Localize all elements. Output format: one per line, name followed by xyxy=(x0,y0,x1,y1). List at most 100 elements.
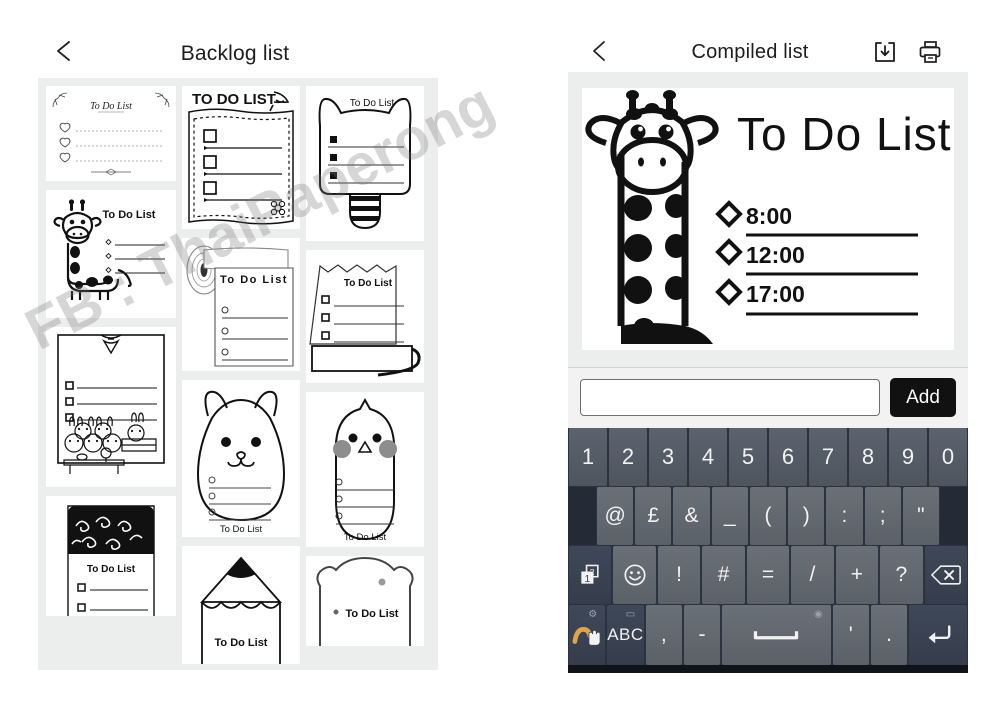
svg-text:8:00: 8:00 xyxy=(746,203,792,229)
download-button[interactable] xyxy=(872,39,898,65)
template-card-paper-roll[interactable]: To Do List xyxy=(182,238,300,371)
compiled-back-button[interactable] xyxy=(588,38,612,64)
backspace-icon xyxy=(930,565,961,585)
key-1[interactable]: 1 xyxy=(569,428,607,486)
space-icon xyxy=(754,631,799,640)
svg-text:To Do List: To Do List xyxy=(737,108,952,160)
key-3[interactable]: 3 xyxy=(649,428,687,486)
template-card-bunnies[interactable] xyxy=(46,327,176,487)
template-card-notebook[interactable]: TO DO LIST xyxy=(182,86,300,229)
language-badge-icon: ▭ xyxy=(625,609,636,620)
keyboard-row-pad-left xyxy=(568,487,596,545)
template-grid[interactable]: To Do List To Do List To Do List TO DO L… xyxy=(38,78,438,670)
keyboard-row-pad-right xyxy=(939,487,968,545)
key-7[interactable]: 7 xyxy=(809,428,847,486)
todo-text-input[interactable] xyxy=(580,379,880,416)
key-hash[interactable]: # xyxy=(702,546,745,604)
key-ampersand[interactable]: & xyxy=(673,487,710,545)
backlog-page-title: Backlog list xyxy=(180,42,290,65)
svg-text:To Do List: To Do List xyxy=(350,98,395,109)
print-button[interactable] xyxy=(917,39,943,65)
smiley-icon xyxy=(624,564,646,586)
key-equals[interactable]: = xyxy=(746,546,790,604)
mic-badge-icon: ◉ xyxy=(813,609,823,620)
key-0[interactable]: 0 xyxy=(929,428,967,486)
compiled-preview-area: To Do List 8:00 12:00 17:00 xyxy=(568,72,968,367)
key-6[interactable]: 6 xyxy=(769,428,807,486)
svg-text:To Do List: To Do List xyxy=(220,524,263,535)
template-grid-column-1: To Do List To Do List To Do List xyxy=(46,86,176,625)
chevron-left-icon xyxy=(593,41,605,61)
add-button[interactable]: Add xyxy=(890,378,956,417)
key-hyphen[interactable]: - xyxy=(683,605,721,665)
key-abc-label: ABC xyxy=(607,625,644,644)
template-grid-column-2: TO DO LIST To Do List To Do List To Do L… xyxy=(182,86,300,670)
svg-text:TO DO LIST: TO DO LIST xyxy=(192,91,276,108)
giraffe-todo-artwork: To Do List 8:00 12:00 17:00 xyxy=(582,88,954,350)
download-icon xyxy=(875,42,895,62)
template-card-cat[interactable]: To Do List xyxy=(182,380,300,537)
svg-text:1: 1 xyxy=(585,574,591,585)
key-pound[interactable]: £ xyxy=(635,487,672,545)
backlog-panel: Backlog list To Do List To Do List To Do… xyxy=(0,0,510,706)
key-9[interactable]: 9 xyxy=(889,428,927,486)
on-screen-keyboard[interactable]: 1 2 3 4 5 6 7 8 9 0 @ £ & _ ( ) : ; " 1 … xyxy=(568,428,968,673)
compiled-list-card[interactable]: To Do List 8:00 12:00 17:00 xyxy=(582,88,954,350)
template-card-torn-note[interactable]: To Do List xyxy=(306,250,424,383)
key-question[interactable]: ? xyxy=(880,546,923,604)
template-card-bee[interactable]: To Do List xyxy=(306,86,424,241)
key-2[interactable]: 2 xyxy=(609,428,647,486)
key-quote[interactable]: " xyxy=(902,487,939,545)
svg-text:To Do List: To Do List xyxy=(344,278,393,289)
key-slash[interactable]: / xyxy=(791,546,834,604)
key-period[interactable]: . xyxy=(870,605,908,665)
key-colon[interactable]: : xyxy=(826,487,863,545)
key-paren-open[interactable]: ( xyxy=(749,487,787,545)
key-semicolon[interactable]: ; xyxy=(864,487,901,545)
svg-text:12:00: 12:00 xyxy=(746,242,805,268)
app-screen: Backlog list To Do List To Do List To Do… xyxy=(0,0,1000,706)
key-4[interactable]: 4 xyxy=(689,428,727,486)
key-5[interactable]: 5 xyxy=(729,428,767,486)
template-card-chick[interactable]: To Do List xyxy=(306,392,424,547)
key-exclamation[interactable]: ! xyxy=(657,546,701,604)
svg-text:To Do List: To Do List xyxy=(346,608,399,620)
key-swipe-input[interactable]: ⚙ xyxy=(569,605,606,665)
printer-icon xyxy=(919,41,941,63)
enter-icon xyxy=(928,625,951,644)
svg-text:To Do List: To Do List xyxy=(87,564,136,575)
template-card-ornate[interactable]: To Do List xyxy=(46,86,176,181)
template-card-giraffe[interactable]: To Do List xyxy=(46,190,176,318)
backlog-back-button[interactable] xyxy=(52,38,78,64)
add-item-row: Add xyxy=(568,367,968,428)
key-abc[interactable]: ▭ ABC xyxy=(607,605,644,665)
template-card-pencil[interactable]: To Do List xyxy=(182,546,300,664)
template-card-bread[interactable]: To Do List xyxy=(306,556,424,646)
key-symbol-page-toggle[interactable]: 2 1 xyxy=(569,546,612,604)
svg-text:To Do List: To Do List xyxy=(90,101,132,112)
template-grid-column-3: To Do List To Do List To Do List To Do L… xyxy=(306,86,424,655)
key-enter[interactable] xyxy=(909,605,968,665)
key-space[interactable]: ◉ xyxy=(722,605,831,665)
key-at[interactable]: @ xyxy=(597,487,634,545)
keyboard-row-digits: 1 2 3 4 5 6 7 8 9 0 xyxy=(568,428,968,486)
compiled-page-title: Compiled list xyxy=(691,41,809,63)
key-plus[interactable]: + xyxy=(835,546,879,604)
swipe-hand-icon xyxy=(572,627,601,646)
svg-text:To Do List: To Do List xyxy=(103,209,156,221)
template-card-swirl[interactable]: To Do List xyxy=(46,496,176,616)
svg-text:17:00: 17:00 xyxy=(746,281,805,307)
key-underscore[interactable]: _ xyxy=(711,487,748,545)
svg-text:To Do List: To Do List xyxy=(344,532,387,543)
svg-text:To Do List: To Do List xyxy=(220,274,288,286)
key-paren-close[interactable]: ) xyxy=(788,487,825,545)
key-emoji[interactable] xyxy=(613,546,656,604)
page-1-2-icon: 2 1 xyxy=(581,564,599,585)
key-8[interactable]: 8 xyxy=(849,428,887,486)
key-comma[interactable]: , xyxy=(645,605,682,665)
gear-badge-icon: ⚙ xyxy=(588,609,598,620)
keyboard-row-symbols-1: @ £ & _ ( ) : ; " xyxy=(568,487,968,545)
keyboard-row-symbols-2: 2 1 ! # = / + ? xyxy=(568,546,968,604)
key-apostrophe[interactable]: ' xyxy=(832,605,869,665)
key-backspace[interactable] xyxy=(924,546,967,604)
